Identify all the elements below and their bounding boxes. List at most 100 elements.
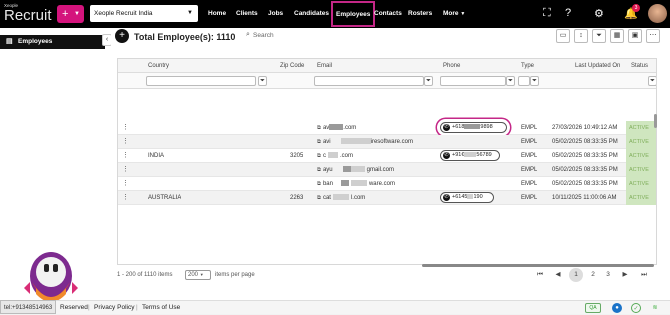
column-header-email[interactable]: Email [314,59,332,73]
filter-icon[interactable]: ⏷ [424,76,433,86]
page-button-2[interactable]: 2 [586,268,600,282]
copy-icon[interactable]: ⧉ [317,195,321,201]
row-menu-icon[interactable]: ⋮ [122,149,129,163]
zip-cell: 3205 [290,153,304,159]
plus-icon: + [119,30,125,41]
page-button-3[interactable]: 3 [601,268,615,282]
tenant-select[interactable]: Xeople Recruit India ▼ [90,5,198,22]
email-cell: ⧉ ayu gmail.com [314,163,434,177]
table-row[interactable]: ⋮ ⧉ ayu gmail.com EMPL 05/02/2025 08:33:35… [118,163,656,177]
help-icon[interactable]: ? [565,7,571,19]
type-cell: EMPL [521,153,538,159]
status-badge: ACTIVE [626,177,656,191]
nav-employees[interactable]: Employees [331,1,376,27]
type-filter-input[interactable] [518,76,530,86]
filter-icon[interactable]: ⏷ [592,29,606,43]
column-header-phone[interactable]: Phone [440,59,460,73]
last-page-icon[interactable]: ⏭ [637,268,651,282]
column-header-status[interactable]: Status [628,59,648,73]
grid-view-icon[interactable]: ▦ [610,29,624,43]
email-part: l.com [350,195,366,201]
email-filter-input[interactable] [314,76,424,86]
privacy-policy-link[interactable]: Privacy Policy [94,304,134,311]
phone-pill-highlighted[interactable]: ✆ +618 9898 [440,122,507,133]
footer-separator: | [88,304,90,311]
table-row[interactable]: ⋮ ⧉ avi iresoftware.com EMPL 05/02/2025 08… [118,135,656,149]
employees-card-icon: ▤ [6,38,13,45]
redacted-block [340,180,349,187]
filter-icon[interactable]: ⏷ [648,76,656,86]
add-employee-button[interactable]: + [115,29,129,43]
filter-icon[interactable]: ⏷ [530,76,539,86]
column-header-type[interactable]: Type [518,59,534,73]
sort-icon[interactable]: ↕ [574,29,588,43]
calendar-icon[interactable]: ▣ [628,29,642,43]
page-title: Total Employee(s): 1110 [134,32,236,42]
app-logo[interactable]: Xeople Recruit [4,3,52,23]
vertical-scrollbar[interactable] [654,114,657,128]
column-header-last-updated[interactable]: Last Updated On [572,59,620,73]
user-avatar[interactable] [648,4,667,23]
redacted-block [329,124,344,131]
table-row[interactable]: ⋮ AUSTRALIA 2263 ⧉ cat l.com ✆ +6145 190 EMP… [118,191,656,205]
nav-more-label: More [443,10,459,17]
horizontal-scrollbar[interactable] [422,264,654,267]
filter-icon[interactable]: ⏷ [258,76,267,86]
nav-home[interactable]: Home [208,0,226,28]
type-cell: EMPL [521,167,538,173]
sidebar-item-employees[interactable]: ▤ Employees [0,35,105,49]
column-header-zip[interactable]: Zip Code [277,59,304,73]
redacted-block [464,124,481,130]
items-per-page-select[interactable]: 200 ▼ [185,270,211,280]
nav-contacts[interactable]: Contacts [374,0,402,28]
settings-gear-icon[interactable]: ⚙ [594,7,604,20]
filter-icon[interactable]: ⏷ [506,76,515,86]
nav-jobs[interactable]: Jobs [268,0,283,28]
table-row[interactable]: ⋮ INDIA 3205 ⧉ c .com ✆ +91€ 56789 EMPL 05/0… [118,149,656,163]
nav-candidates[interactable]: Candidates [294,0,329,28]
status-bar-link-preview: tel:+91348514963 [0,300,57,314]
quick-add-button[interactable]: + ▼ [57,5,84,23]
country-filter-input[interactable] [146,76,256,86]
nav-clients[interactable]: Clients [236,0,258,28]
column-header-country[interactable]: Country [145,59,169,73]
row-menu-icon[interactable]: ⋮ [122,177,129,191]
table-row[interactable]: ⋮ ⧉ ban ware.com EMPL 05/02/2025 08:33:35 … [118,177,656,191]
terms-of-use-link[interactable]: Terms of Use [142,304,180,311]
row-menu-icon[interactable]: ⋮ [122,163,129,177]
copy-icon[interactable]: ⧉ [317,125,321,131]
copy-icon[interactable]: ⧉ [317,167,321,173]
first-page-icon[interactable]: ⏮ [533,268,547,282]
row-menu-icon[interactable]: ⋮ [122,191,129,205]
page-button-1[interactable]: 1 [569,268,583,282]
row-menu-icon[interactable]: ⋮ [122,135,129,149]
copy-icon[interactable]: ⧉ [317,181,321,187]
phone-icon: ✆ [443,152,450,159]
previous-page-icon[interactable]: ◀ [551,268,565,282]
type-cell: EMPL [521,125,538,131]
phone-pill[interactable]: ✆ +91€ 56789 [440,150,500,161]
nav-more[interactable]: More ▼ [443,0,465,28]
wifi-icon: ≋ [652,305,658,311]
check-circle-icon[interactable]: ✓ [631,303,641,313]
nav-rosters[interactable]: Rosters [408,0,432,28]
copy-icon[interactable]: ⧉ [317,153,321,159]
phone-icon: ✆ [443,194,450,201]
chevron-down-icon: ▼ [199,272,204,277]
tenant-select-value: Xeople Recruit India [94,10,153,17]
search-input[interactable]: ⌕ Search [246,31,486,42]
type-cell: EMPL [521,139,538,145]
fullscreen-icon[interactable]: ⛶ [543,7,551,20]
phone-filter-input[interactable] [440,76,506,86]
redacted-block [464,152,477,158]
row-menu-icon[interactable]: ⋮ [122,121,129,135]
copy-icon[interactable]: ⧉ [317,139,321,145]
more-options-icon[interactable]: ⋯ [646,29,660,43]
folder-icon[interactable]: ▭ [556,29,570,43]
next-page-icon[interactable]: ▶ [618,268,632,282]
phone-pill[interactable]: ✆ +6145 190 [440,192,494,203]
user-info-icon[interactable]: ● [612,303,622,313]
table-row[interactable]: ⋮ ⧉ av .com ✆ +618 9898 EMPL 27/03/2026 10:4… [118,121,656,135]
chevron-left-icon: ‹ [105,36,109,43]
chevron-down-icon: ▼ [74,11,80,17]
